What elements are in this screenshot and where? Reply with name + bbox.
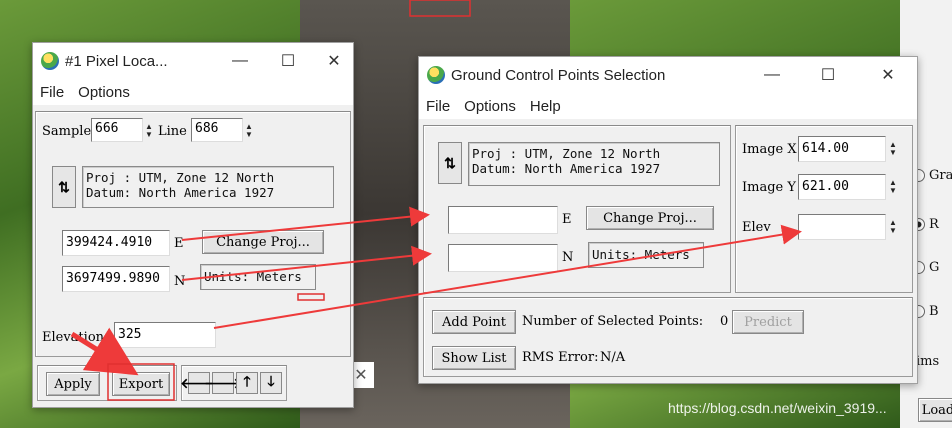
envi-app-icon xyxy=(41,52,59,70)
line-spinner[interactable]: ▲ ▼ xyxy=(242,120,256,142)
maximize-icon[interactable]: ☐ xyxy=(805,57,851,93)
image-x-spinner[interactable]: ▲ ▼ xyxy=(886,138,900,160)
predict-button[interactable]: Predict xyxy=(732,310,804,334)
menu-options[interactable]: Options xyxy=(71,84,137,101)
image-x-input[interactable]: 614.00 xyxy=(798,136,886,162)
menu-file[interactable]: File xyxy=(33,84,71,101)
gcp-change-proj-button[interactable]: Change Proj... xyxy=(586,206,714,230)
pixel-proj-readout: Proj : UTM, Zone 12 North Datum: North A… xyxy=(82,166,334,208)
image-y-spinner[interactable]: ▲ ▼ xyxy=(886,176,900,198)
pixel-locator-titlebar: #1 Pixel Loca... — ☐ ✕ xyxy=(33,43,353,79)
selected-points-label: Number of Selected Points: xyxy=(522,314,704,329)
swap-coordinates-button[interactable]: ⇅ xyxy=(438,142,462,184)
gcp-units-readout: Units: Meters xyxy=(588,242,704,268)
arrow-down-icon[interactable]: 🡓 xyxy=(260,372,282,394)
export-button[interactable]: Export xyxy=(112,372,170,396)
maximize-icon[interactable]: ☐ xyxy=(265,43,311,79)
units-readout: Units: Meters xyxy=(200,264,316,290)
load-button[interactable]: Load xyxy=(918,398,952,422)
menu-file[interactable]: File xyxy=(419,98,457,115)
gcp-title: Ground Control Points Selection xyxy=(451,66,666,84)
pixel-locator-window: #1 Pixel Loca... — ☐ ✕ File Options Samp… xyxy=(32,42,354,408)
rms-error-label: RMS Error: xyxy=(522,350,599,365)
elev-spinner[interactable]: ▲ ▼ xyxy=(886,216,900,238)
gcp-actions-panel: Add Point Number of Selected Points: 0 P… xyxy=(423,297,913,377)
gcp-easting-input[interactable] xyxy=(448,206,558,234)
add-point-button[interactable]: Add Point xyxy=(432,310,516,334)
easting-input[interactable]: 399424.4910 xyxy=(62,230,170,256)
northing-input[interactable]: 3697499.9890 xyxy=(62,266,170,292)
radio-gray-label: Gra xyxy=(929,168,952,183)
easting-label: E xyxy=(174,236,184,251)
apply-button[interactable]: Apply xyxy=(46,372,100,396)
northing-label: N xyxy=(174,274,186,289)
elevation-input[interactable]: 325 xyxy=(114,322,216,348)
gcp-titlebar: Ground Control Points Selection — ☐ ✕ xyxy=(419,57,917,93)
image-x-label: Image X xyxy=(742,142,797,157)
pixel-locator-menubar: File Options xyxy=(33,79,353,105)
line-label: Line xyxy=(158,124,187,139)
sample-label: Sample xyxy=(42,124,92,139)
menu-options[interactable]: Options xyxy=(457,98,523,115)
close-icon[interactable]: ✕ xyxy=(311,43,357,79)
minimize-icon[interactable]: — xyxy=(217,43,263,79)
arrow-right-icon[interactable]: 🡒 xyxy=(204,372,242,394)
sample-input[interactable]: 666 xyxy=(91,118,143,142)
line-input[interactable]: 686 xyxy=(191,118,243,142)
radio-b-label: B xyxy=(929,304,939,319)
pixel-locator-main-panel: Sample 666 ▲ ▼ Line 686 ▲ ▼ ⇅ Proj : UTM, … xyxy=(35,111,351,357)
gcp-northing-input[interactable] xyxy=(448,244,558,272)
gcp-map-panel: ⇅ Proj : UTM, Zone 12 North Datum: North… xyxy=(423,125,731,293)
pixel-locator-nav-panel: 🡐 🡒 🡑 🡓 xyxy=(180,365,287,401)
elevation-label: Elevation xyxy=(42,330,105,345)
swap-coordinates-button[interactable]: ⇅ xyxy=(52,166,76,208)
gcp-proj-readout: Proj : UTM, Zone 12 North Datum: North A… xyxy=(468,142,720,186)
sample-spinner[interactable]: ▲ ▼ xyxy=(142,120,156,142)
minimize-icon[interactable]: — xyxy=(749,57,795,93)
elev-label: Elev xyxy=(742,220,771,235)
arrow-up-icon[interactable]: 🡑 xyxy=(236,372,258,394)
dims-fragment: ims xyxy=(916,354,940,369)
watermark-text: https://blog.csdn.net/weixin_3919... xyxy=(668,400,887,416)
gcp-window: Ground Control Points Selection — ☐ ✕ Fi… xyxy=(418,56,918,384)
radio-gray[interactable]: Gra xyxy=(912,168,952,183)
rms-error-value: N/A xyxy=(600,350,626,365)
change-proj-button[interactable]: Change Proj... xyxy=(202,230,324,254)
radio-g-label: G xyxy=(929,260,940,275)
radio-r-label: R xyxy=(929,217,939,232)
gcp-northing-label: N xyxy=(562,250,574,265)
envi-app-icon xyxy=(427,66,445,84)
pixel-locator-button-panel: Apply Export xyxy=(37,365,177,401)
close-icon[interactable]: ✕ xyxy=(865,57,911,93)
image-y-input[interactable]: 621.00 xyxy=(798,174,886,200)
gcp-easting-label: E xyxy=(562,212,572,227)
gcp-menubar: File Options Help xyxy=(419,93,917,119)
pixel-locator-title: #1 Pixel Loca... xyxy=(65,52,168,70)
elev-input[interactable] xyxy=(798,214,886,240)
selected-points-value: 0 xyxy=(720,314,729,329)
menu-help[interactable]: Help xyxy=(523,98,568,115)
gcp-image-panel: Image X 614.00 ▲ ▼ Image Y 621.00 ▲ ▼ Elev… xyxy=(735,125,913,293)
show-list-button[interactable]: Show List xyxy=(432,346,516,370)
image-y-label: Image Y xyxy=(742,180,796,195)
